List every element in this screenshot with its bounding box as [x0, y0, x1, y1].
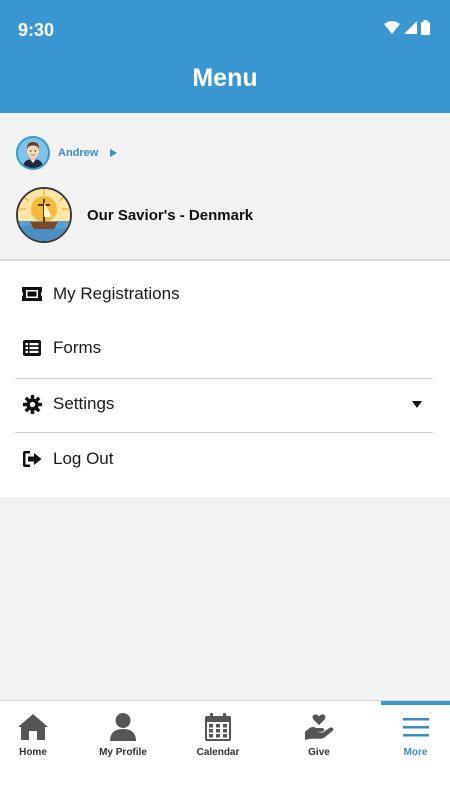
- menu-list: My Registrations Forms Settings Log Out: [0, 261, 450, 497]
- nav-calendar[interactable]: Calendar: [185, 701, 251, 800]
- status-time: 9:30: [18, 20, 55, 40]
- user-switcher[interactable]: Andrew: [16, 136, 118, 170]
- nav-label: Calendar: [196, 747, 240, 758]
- person-icon: [108, 712, 138, 742]
- church-selector[interactable]: Our Savior's - Denmark: [16, 187, 253, 243]
- home-icon: [18, 712, 48, 742]
- nav-label: Give: [308, 747, 330, 758]
- wifi-icon: [384, 21, 400, 39]
- play-arrow-icon: [110, 149, 118, 157]
- app-header: 9:30 Menu: [0, 0, 450, 113]
- menu-item-forms[interactable]: Forms: [0, 321, 450, 375]
- menu-item-my-registrations[interactable]: My Registrations: [0, 267, 450, 321]
- church-name: Our Savior's - Denmark: [87, 206, 254, 224]
- menu-label: My Registrations: [53, 284, 180, 303]
- menu-label: Forms: [53, 338, 102, 357]
- nav-label: My Profile: [99, 747, 147, 758]
- caret-down-icon[interactable]: [412, 400, 422, 408]
- page-title: Menu: [192, 64, 258, 92]
- church-logo: [16, 187, 72, 243]
- menu-item-log-out[interactable]: Log Out: [0, 432, 450, 486]
- avatar: [16, 136, 50, 170]
- logout-icon: [22, 449, 42, 469]
- give-icon: [304, 712, 334, 742]
- status-bar: 9:30: [0, 0, 450, 60]
- nav-my-profile[interactable]: My Profile: [90, 701, 156, 800]
- nav-home[interactable]: Home: [0, 701, 66, 800]
- battery-icon: [421, 20, 430, 40]
- menu-label: Settings: [53, 394, 115, 413]
- menu-label: Log Out: [53, 449, 114, 468]
- account-section: Andrew Our Savior's - Denmark: [0, 113, 450, 260]
- calendar-icon: [203, 712, 233, 742]
- gear-icon: [22, 394, 42, 414]
- hamburger-icon: [401, 712, 431, 742]
- user-name: Andrew: [58, 147, 99, 159]
- nav-label: Home: [19, 747, 47, 758]
- nav-label: More: [403, 747, 428, 758]
- ticket-icon: [22, 284, 42, 304]
- signal-icon: [404, 21, 417, 39]
- menu-item-settings[interactable]: Settings: [0, 377, 450, 431]
- nav-more[interactable]: More: [381, 701, 450, 800]
- nav-give[interactable]: Give: [286, 701, 352, 800]
- status-icons: [384, 20, 430, 40]
- bottom-nav: Home My Profile Calendar Give More: [0, 700, 450, 800]
- list-icon: [22, 338, 42, 358]
